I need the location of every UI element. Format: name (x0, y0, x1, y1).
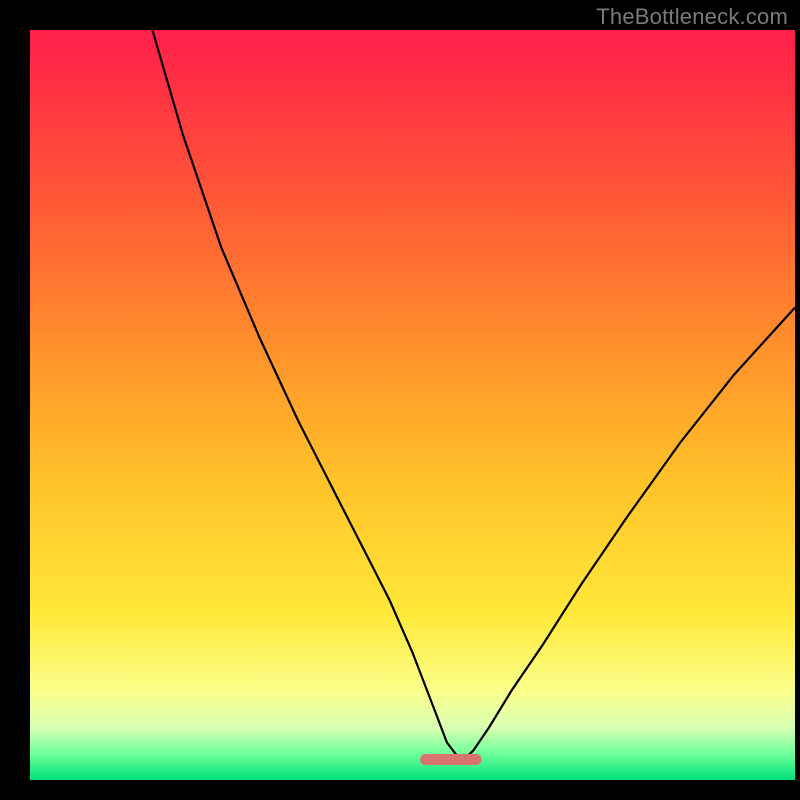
chart-svg (0, 0, 800, 800)
plot-background (30, 30, 795, 780)
zero-marker (420, 754, 481, 765)
chart-container: TheBottleneck.com (0, 0, 800, 800)
